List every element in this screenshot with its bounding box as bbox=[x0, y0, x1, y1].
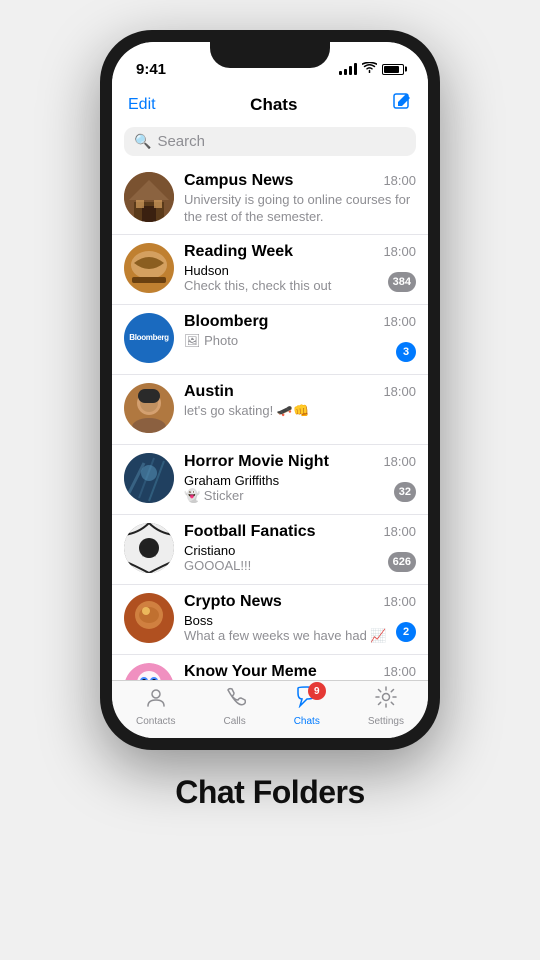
chats-icon: 9 bbox=[296, 686, 318, 714]
tab-calls[interactable]: Calls bbox=[223, 686, 245, 727]
chat-preview: GOOOAL!!! bbox=[184, 558, 416, 573]
status-time: 9:41 bbox=[136, 61, 166, 78]
chats-badge: 9 bbox=[308, 682, 326, 700]
chat-preview: Check this, check this out bbox=[184, 278, 416, 293]
chat-badge: 2 bbox=[396, 622, 416, 642]
avatar-austin bbox=[124, 383, 174, 433]
chat-item-horror[interactable]: Horror Movie Night 18:00 Graham Griffith… bbox=[112, 445, 428, 515]
avatar-bloomberg: Bloomberg bbox=[124, 313, 174, 363]
chat-item-campus-news[interactable]: Campus News 18:00 University is going to… bbox=[112, 164, 428, 235]
edit-button[interactable]: Edit bbox=[128, 96, 156, 114]
chat-name: Austin bbox=[184, 383, 234, 401]
chat-content-crypto: Crypto News 18:00 Boss What a few weeks … bbox=[184, 593, 416, 644]
search-placeholder: Search bbox=[157, 133, 205, 150]
chat-name: Know Your Meme bbox=[184, 663, 317, 680]
chat-time: 18:00 bbox=[383, 594, 416, 609]
avatar-football bbox=[124, 523, 174, 573]
wifi-icon bbox=[362, 62, 377, 76]
search-bar[interactable]: 🔍 Search bbox=[124, 127, 416, 156]
chat-item-crypto[interactable]: Crypto News 18:00 Boss What a few weeks … bbox=[112, 585, 428, 655]
tab-calls-label: Calls bbox=[223, 716, 245, 727]
chat-item-bloomberg[interactable]: Bloomberg Bloomberg 18:00 🖼 Photo 3 bbox=[112, 305, 428, 375]
tab-chats[interactable]: 9 Chats bbox=[294, 686, 320, 727]
page-footer-text: Chat Folders bbox=[175, 774, 365, 811]
chat-content-football: Football Fanatics 18:00 Cristiano GOOOAL… bbox=[184, 523, 416, 573]
page-title: Chats bbox=[250, 95, 297, 115]
chat-sender: Graham Griffiths bbox=[184, 473, 416, 488]
settings-icon bbox=[375, 686, 397, 714]
notch bbox=[210, 42, 330, 68]
phone-shell: 9:41 Edit bbox=[100, 30, 440, 750]
avatar-horror bbox=[124, 453, 174, 503]
chat-item-meme[interactable]: Know Your Meme 18:00 Hironaka Hiroe 🐦 Po… bbox=[112, 655, 428, 680]
chat-preview: What a few weeks we have had 📈 bbox=[184, 628, 416, 644]
avatar-reading-week bbox=[124, 243, 174, 293]
chat-sender: Hudson bbox=[184, 263, 416, 278]
battery-icon bbox=[382, 64, 404, 75]
chat-time: 18:00 bbox=[383, 314, 416, 329]
chat-time: 18:00 bbox=[383, 173, 416, 188]
chat-badge: 3 bbox=[396, 342, 416, 362]
chat-time: 18:00 bbox=[383, 384, 416, 399]
tab-contacts-label: Contacts bbox=[136, 716, 175, 727]
tab-bar: Contacts Calls 9 Chats bbox=[112, 680, 428, 738]
chat-name: Football Fanatics bbox=[184, 523, 316, 541]
chat-time: 18:00 bbox=[383, 454, 416, 469]
chat-time: 18:00 bbox=[383, 244, 416, 259]
chat-badge: 626 bbox=[388, 552, 416, 572]
chat-sender: Boss bbox=[184, 613, 416, 628]
phone-screen: 9:41 Edit bbox=[112, 42, 428, 738]
search-icon: 🔍 bbox=[134, 133, 151, 150]
chat-name: Crypto News bbox=[184, 593, 282, 611]
chat-preview: let's go skating! 🛹👊 bbox=[184, 403, 416, 419]
chat-name: Horror Movie Night bbox=[184, 453, 329, 471]
chat-content-meme: Know Your Meme 18:00 Hironaka Hiroe 🐦 Po… bbox=[184, 663, 416, 680]
chat-name: Campus News bbox=[184, 172, 293, 190]
chat-list: Campus News 18:00 University is going to… bbox=[112, 164, 428, 680]
chat-content-campus-news: Campus News 18:00 University is going to… bbox=[184, 172, 416, 226]
chat-name: Reading Week bbox=[184, 243, 293, 261]
avatar-crypto bbox=[124, 593, 174, 643]
chat-content-bloomberg: Bloomberg 18:00 🖼 Photo bbox=[184, 313, 416, 349]
signal-icon bbox=[339, 63, 357, 75]
chat-item-reading-week[interactable]: Reading Week 18:00 Hudson Check this, ch… bbox=[112, 235, 428, 305]
chat-preview: University is going to online courses fo… bbox=[184, 192, 416, 226]
nav-header: Edit Chats bbox=[112, 86, 428, 123]
chat-time: 18:00 bbox=[383, 524, 416, 539]
tab-settings-label: Settings bbox=[368, 716, 404, 727]
calls-icon bbox=[224, 686, 246, 714]
chat-content-austin: Austin 18:00 let's go skating! 🛹👊 bbox=[184, 383, 416, 419]
chat-badge: 384 bbox=[388, 272, 416, 292]
chat-preview: 🖼 Photo bbox=[184, 333, 416, 349]
chat-badge: 32 bbox=[394, 482, 416, 502]
tab-contacts[interactable]: Contacts bbox=[136, 686, 175, 727]
chat-name: Bloomberg bbox=[184, 313, 268, 331]
chat-preview: 👻 Sticker bbox=[184, 488, 416, 504]
avatar-campus-news bbox=[124, 172, 174, 222]
tab-settings[interactable]: Settings bbox=[368, 686, 404, 727]
contacts-icon bbox=[145, 686, 167, 714]
compose-button[interactable] bbox=[392, 92, 412, 117]
chat-item-football[interactable]: Football Fanatics 18:00 Cristiano GOOOAL… bbox=[112, 515, 428, 585]
chat-item-austin[interactable]: Austin 18:00 let's go skating! 🛹👊 bbox=[112, 375, 428, 445]
avatar-meme bbox=[124, 663, 174, 680]
status-icons bbox=[339, 62, 404, 76]
chat-content-horror: Horror Movie Night 18:00 Graham Griffith… bbox=[184, 453, 416, 504]
chat-time: 18:00 bbox=[383, 664, 416, 679]
chat-content-reading-week: Reading Week 18:00 Hudson Check this, ch… bbox=[184, 243, 416, 293]
chat-sender: Cristiano bbox=[184, 543, 416, 558]
tab-chats-label: Chats bbox=[294, 716, 320, 727]
